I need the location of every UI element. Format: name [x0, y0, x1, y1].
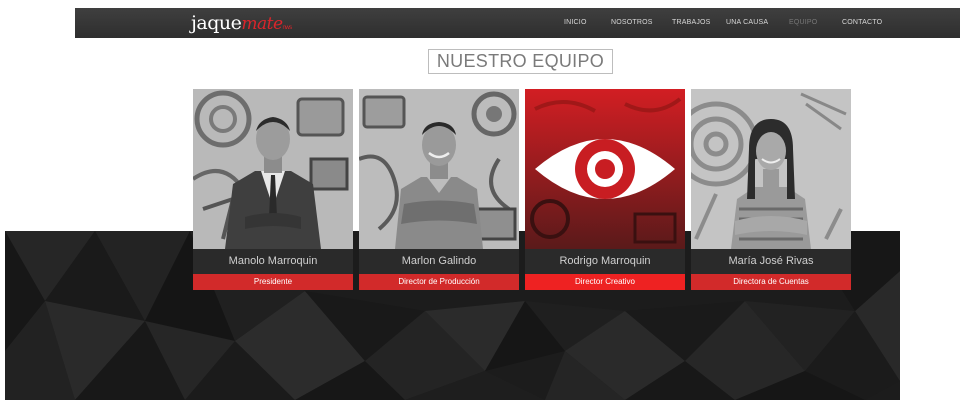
member-name: Rodrigo Marroquin [525, 249, 685, 274]
nav-item-nosotros[interactable]: NOSOTROS [611, 19, 653, 26]
nav-item-equipo[interactable]: EQUIPO [789, 19, 817, 26]
member-role: Director Creativo [525, 274, 685, 290]
member-photo [193, 89, 353, 249]
member-photo [359, 89, 519, 249]
nav-item-una-causa[interactable]: UNA CAUSA [726, 19, 768, 26]
member-photo [525, 89, 685, 249]
top-navbar: jaquematenws INICIO NOSOTROS TRABAJOS UN… [75, 8, 960, 38]
member-name: María José Rivas [691, 249, 851, 274]
photo-person-icon [691, 89, 851, 249]
nav-item-trabajos[interactable]: TRABAJOS [672, 19, 711, 26]
main-nav: INICIO NOSOTROS TRABAJOS UNA CAUSA EQUIP… [75, 8, 960, 38]
member-role: Director de Producción [359, 274, 519, 290]
photo-person-icon [359, 89, 519, 249]
photo-person-icon [193, 89, 353, 249]
nav-item-contacto[interactable]: CONTACTO [842, 19, 882, 26]
member-name: Manolo Marroquin [193, 249, 353, 274]
member-photo [691, 89, 851, 249]
member-role: Presidente [193, 274, 353, 290]
section-title: NUESTRO EQUIPO [428, 49, 613, 74]
eye-icon [525, 89, 685, 249]
member-role: Directora de Cuentas [691, 274, 851, 290]
member-name: Marlon Galindo [359, 249, 519, 274]
nav-item-inicio[interactable]: INICIO [564, 19, 587, 26]
